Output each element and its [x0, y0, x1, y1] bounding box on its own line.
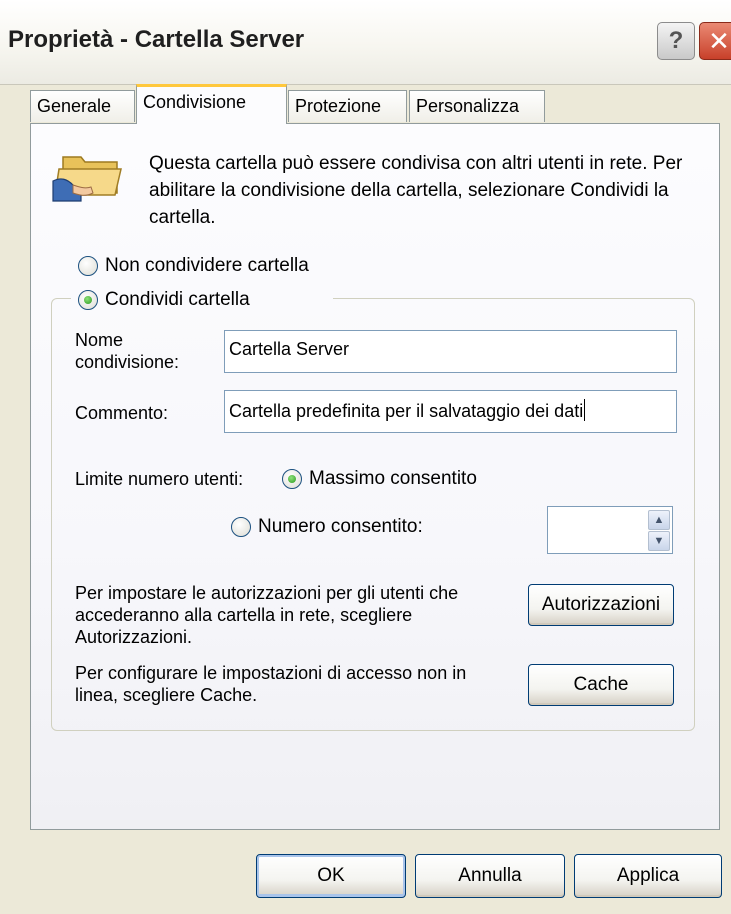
apply-button[interactable]: Applica: [574, 854, 722, 898]
tab-condivisione[interactable]: Condivisione: [136, 84, 287, 124]
share-name-label: Nome condivisione:: [75, 330, 180, 372]
spin-down-arrow-icon[interactable]: ▼: [648, 531, 670, 551]
cache-text: Per configurare le impostazioni di acces…: [75, 663, 467, 705]
help-icon: ?: [668, 27, 684, 54]
tab-generale[interactable]: Generale: [30, 90, 135, 122]
cache-button[interactable]: Cache: [528, 664, 674, 706]
permissions-text: Per impostare le autorizzazioni per gli …: [75, 583, 459, 647]
allowed-number-radio[interactable]: [231, 517, 251, 537]
allowed-number-option[interactable]: Numero consentito:: [231, 516, 423, 538]
help-button[interactable]: ?: [657, 22, 695, 60]
max-allowed-option[interactable]: Massimo consentito: [282, 468, 477, 490]
properties-dialog: Proprietà - Cartella Server ? ✕ Generale…: [0, 0, 731, 914]
spin-up-arrow-icon[interactable]: ▲: [648, 510, 670, 530]
share-radio[interactable]: [78, 290, 98, 310]
no-share-option[interactable]: Non condividere cartella: [78, 255, 309, 277]
ok-button[interactable]: OK: [256, 854, 406, 898]
window-title: Proprietà - Cartella Server: [8, 26, 305, 53]
max-allowed-radio[interactable]: [282, 469, 302, 489]
sharing-panel: Questa cartella può essere condivisa con…: [30, 123, 720, 830]
close-icon: ✕: [708, 25, 730, 56]
close-button[interactable]: ✕: [699, 22, 731, 60]
max-allowed-label: Massimo consentito: [309, 468, 477, 489]
shared-folder-icon: [52, 156, 122, 202]
share-label: Condividi cartella: [105, 289, 250, 310]
allowed-number-label: Numero consentito:: [258, 516, 423, 537]
comment-label: Commento:: [75, 403, 169, 423]
no-share-radio[interactable]: [78, 256, 98, 276]
comment-value: Cartella predefinita per il salvataggio …: [229, 401, 584, 421]
no-share-label: Non condividere cartella: [105, 255, 309, 276]
user-limit-label: Limite numero utenti:: [75, 469, 244, 489]
permissions-button[interactable]: Autorizzazioni: [528, 584, 674, 626]
share-option[interactable]: Condividi cartella: [78, 289, 250, 311]
allowed-number-spinner[interactable]: ▲ ▼: [547, 506, 673, 554]
text-caret: [584, 399, 586, 421]
intro-text: Questa cartella può essere condivisa con…: [149, 153, 683, 228]
tab-personalizza[interactable]: Personalizza: [409, 90, 545, 122]
cancel-button[interactable]: Annulla: [415, 854, 565, 898]
tab-protezione[interactable]: Protezione: [288, 90, 407, 122]
share-name-field[interactable]: Cartella Server: [224, 330, 677, 373]
title-bar[interactable]: Proprietà - Cartella Server ? ✕: [0, 0, 731, 85]
comment-field[interactable]: Cartella predefinita per il salvataggio …: [224, 390, 677, 433]
